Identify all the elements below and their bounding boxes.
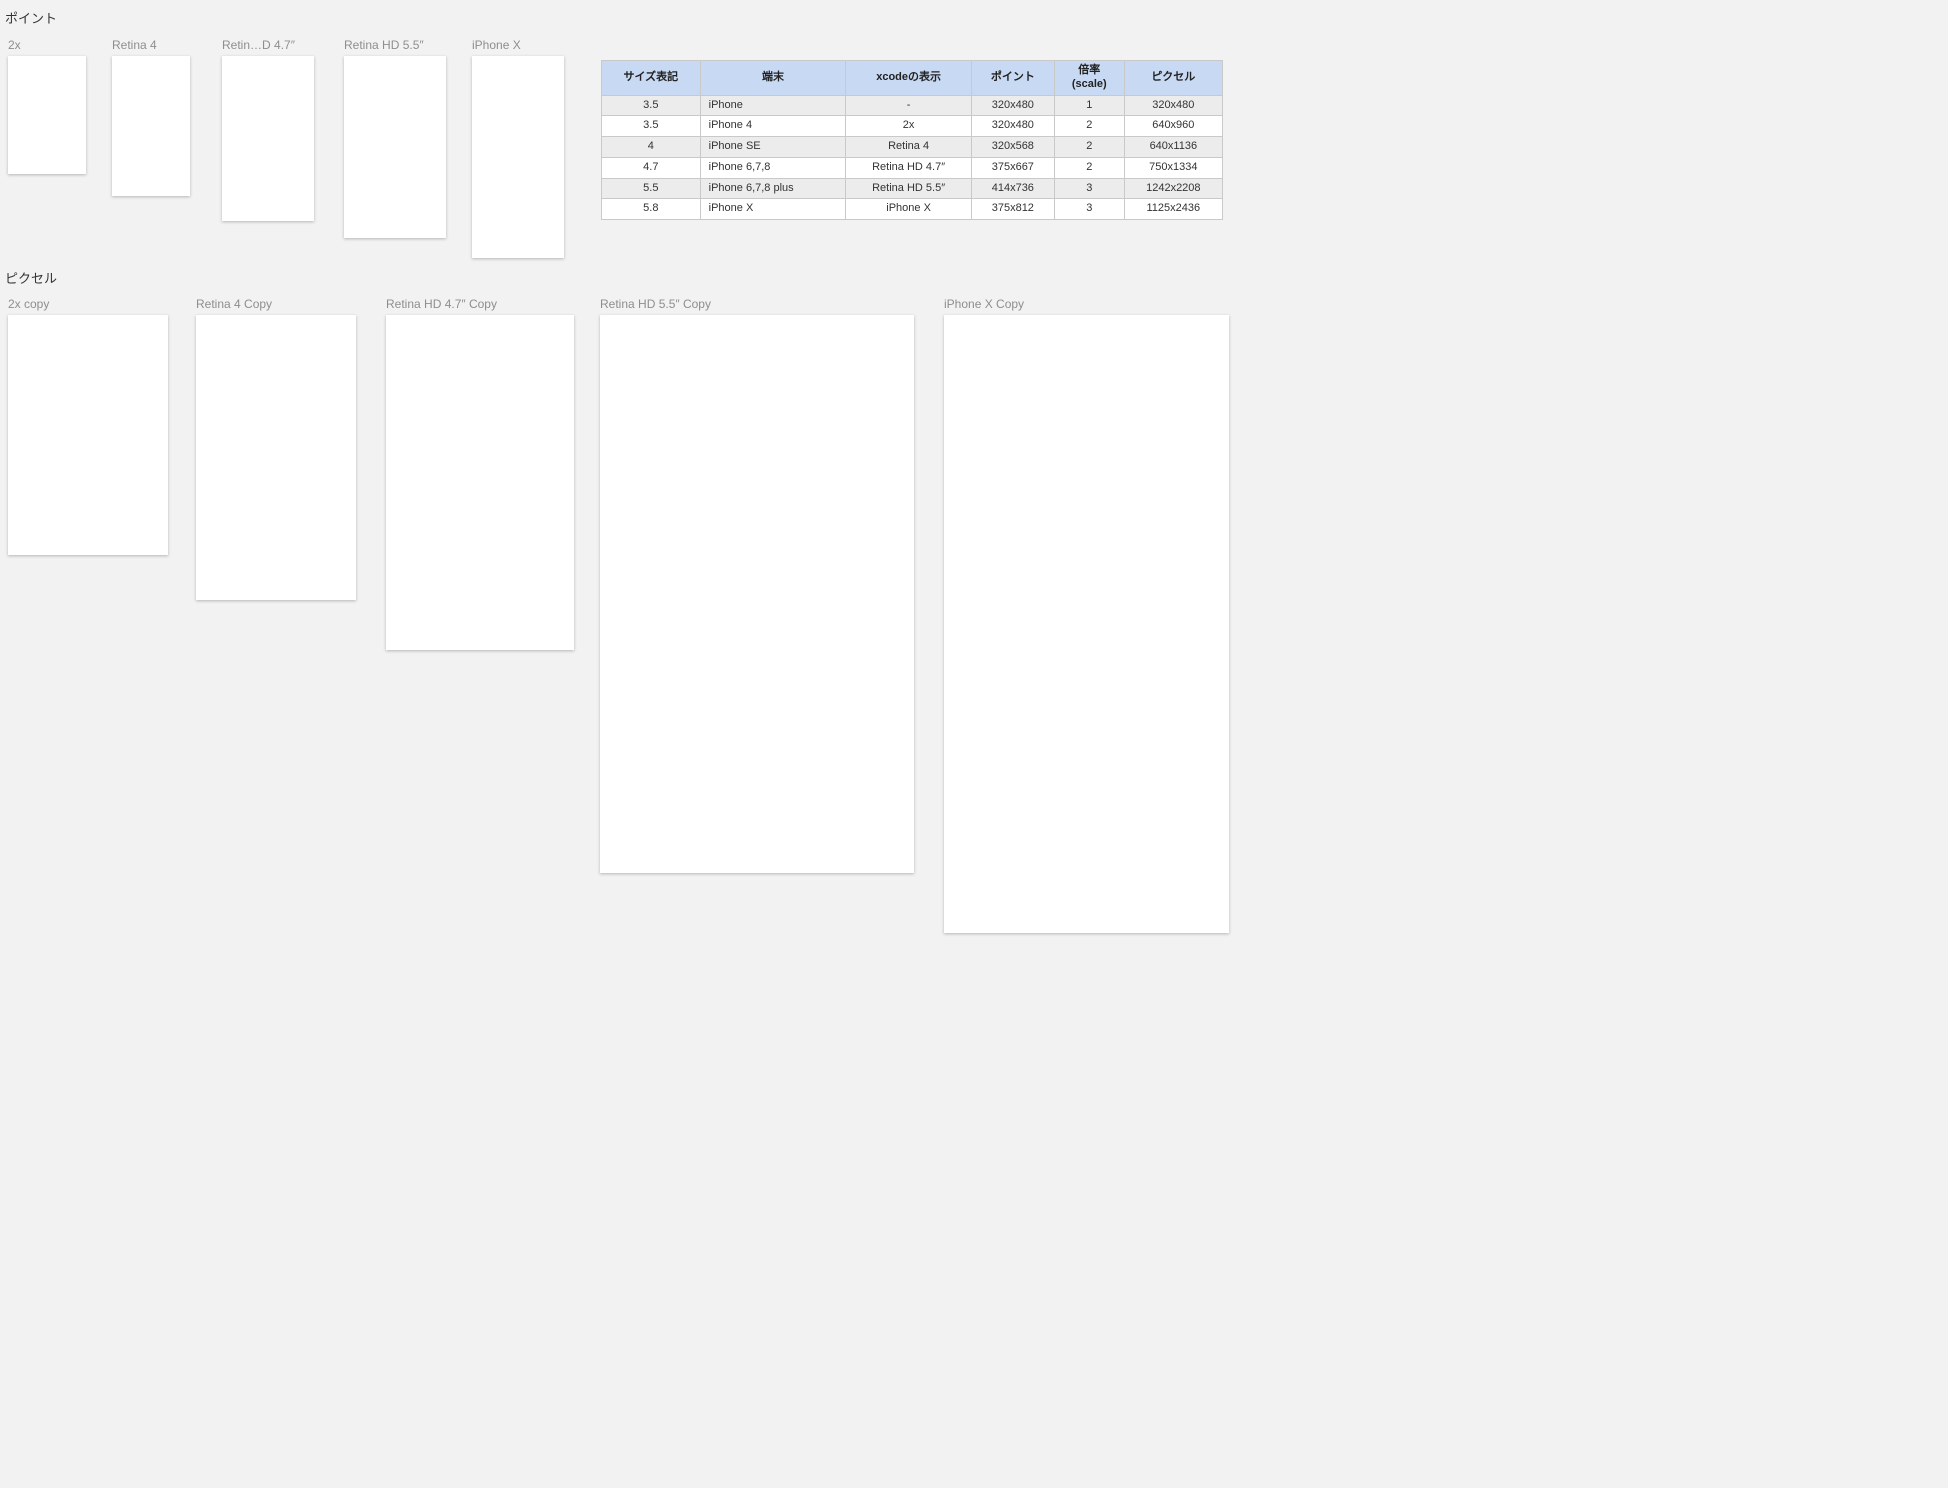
artboard-label: Retina HD 4.7″ Copy xyxy=(386,297,576,311)
artboard-iphone-x-copy[interactable]: iPhone X Copy xyxy=(944,297,1231,933)
th-pixels: ピクセル xyxy=(1124,61,1222,96)
artboard-retina-hd-55-copy[interactable]: Retina HD 5.5″ Copy xyxy=(600,297,916,873)
artboard-retina4[interactable]: Retina 4 xyxy=(112,38,196,196)
th-device: 端末 xyxy=(700,61,846,96)
artboard-iphone-x[interactable]: iPhone X xyxy=(472,38,568,258)
th-size: サイズ表記 xyxy=(602,61,701,96)
artboard-label: Retin…D 4.7″ xyxy=(222,38,316,52)
section-title-pixels: ピクセル xyxy=(5,268,57,287)
artboard-label: Retina 4 xyxy=(112,38,196,52)
table-row: 5.5 iPhone 6,7,8 plus Retina HD 5.5″ 414… xyxy=(602,178,1223,199)
table-header-row: サイズ表記 端末 xcodeの表示 ポイント 倍率 (scale) ピクセル xyxy=(602,61,1223,96)
section-title-points: ポイント xyxy=(5,8,57,27)
artboard-label: iPhone X xyxy=(472,38,568,52)
artboard-label: 2x xyxy=(8,38,88,52)
artboard-retina-hd-47[interactable]: Retin…D 4.7″ xyxy=(222,38,316,221)
artboard-retina4-copy[interactable]: Retina 4 Copy xyxy=(196,297,358,600)
artboard-canvas xyxy=(472,56,564,258)
artboard-canvas xyxy=(344,56,446,238)
artboard-canvas xyxy=(112,56,190,196)
artboard-label: iPhone X Copy xyxy=(944,297,1231,311)
th-points: ポイント xyxy=(971,61,1054,96)
artboard-retina-hd-55[interactable]: Retina HD 5.5″ xyxy=(344,38,446,238)
artboard-2x-copy[interactable]: 2x copy xyxy=(8,297,170,555)
table-row: 4 iPhone SE Retina 4 320x568 2 640x1136 xyxy=(602,137,1223,158)
table-row: 3.5 iPhone - 320x480 1 320x480 xyxy=(602,95,1223,116)
device-spec-table: サイズ表記 端末 xcodeの表示 ポイント 倍率 (scale) ピクセル 3… xyxy=(601,60,1223,220)
artboard-canvas xyxy=(8,315,168,555)
table-row: 4.7 iPhone 6,7,8 Retina HD 4.7″ 375x667 … xyxy=(602,157,1223,178)
table-row: 5.8 iPhone X iPhone X 375x812 3 1125x243… xyxy=(602,199,1223,220)
artboard-canvas xyxy=(222,56,314,221)
artboard-label: 2x copy xyxy=(8,297,170,311)
artboard-retina-hd-47-copy[interactable]: Retina HD 4.7″ Copy xyxy=(386,297,576,650)
artboard-label: Retina HD 5.5″ Copy xyxy=(600,297,916,311)
th-xcode: xcodeの表示 xyxy=(846,61,971,96)
artboard-label: Retina 4 Copy xyxy=(196,297,358,311)
artboard-canvas xyxy=(8,56,86,174)
artboard-canvas xyxy=(944,315,1229,933)
artboard-canvas xyxy=(196,315,356,600)
artboard-label: Retina HD 5.5″ xyxy=(344,38,446,52)
table-row: 3.5 iPhone 4 2x 320x480 2 640x960 xyxy=(602,116,1223,137)
artboard-2x[interactable]: 2x xyxy=(8,38,88,174)
artboard-canvas xyxy=(386,315,574,650)
th-scale: 倍率 (scale) xyxy=(1054,61,1124,96)
artboard-canvas xyxy=(600,315,914,873)
